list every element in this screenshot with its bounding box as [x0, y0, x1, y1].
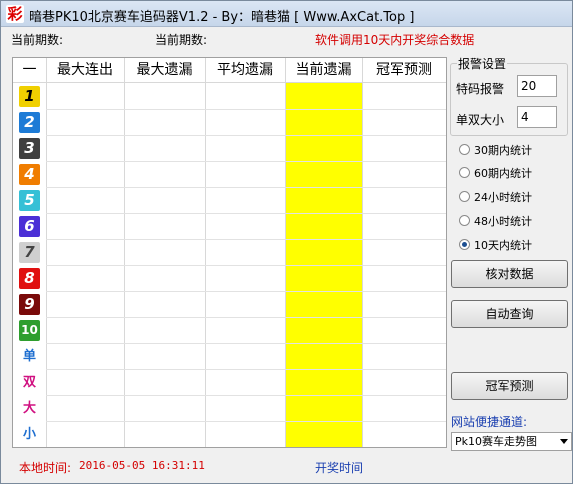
table-row-label: 7	[19, 242, 40, 263]
table-row-label: 9	[19, 294, 40, 315]
radio-10-days[interactable]: 10天内统计	[459, 238, 532, 254]
draw-time-label: 开奖时间	[315, 461, 364, 475]
table-row-label: 5	[19, 190, 40, 211]
table-row-label: 小	[19, 424, 40, 445]
table-row-separator	[46, 265, 446, 266]
table-row-label: 10	[19, 320, 40, 341]
column-header-avg-miss: 平均遗漏	[217, 62, 273, 78]
alarm-settings-label: 报警设置	[457, 55, 508, 72]
table-row-separator	[46, 369, 446, 370]
table-row-separator	[46, 395, 446, 396]
column-header-index: 一	[22, 62, 37, 78]
radio-60-periods[interactable]: 60期内统计	[459, 166, 532, 182]
radio-24-hours[interactable]: 24小时统计	[459, 190, 532, 206]
window-title: 暗巷PK10北京赛车追码器V1.2 - By：暗巷猫 [ Www.AxCat.T…	[29, 10, 415, 25]
verify-data-button[interactable]: 核对数据	[451, 260, 568, 288]
table-row-separator	[46, 239, 446, 240]
radio-indicator	[459, 144, 470, 155]
table-row-label: 8	[19, 268, 40, 289]
radio-indicator	[459, 167, 470, 178]
table-row-separator	[46, 343, 446, 344]
app-logo-icon: 彩	[6, 5, 24, 23]
table-header: 一 最大连出 最大遗漏 平均遗漏 当前遗漏 冠军预测	[13, 58, 446, 83]
table-row-separator	[46, 161, 446, 162]
statistics-table[interactable]: 一 最大连出 最大遗漏 平均遗漏 当前遗漏 冠军预测 1 2 3 4 5 6 7 8 9 10 单双…	[12, 57, 447, 448]
shortcut-label: 网站便捷通道:	[451, 415, 528, 429]
radio-indicator	[459, 191, 470, 202]
odd-even-label: 单双大小	[456, 113, 505, 127]
table-row-label: 3	[19, 138, 40, 159]
table-row-separator	[46, 317, 446, 318]
table-row-separator	[46, 135, 446, 136]
code-alarm-label: 特码报警	[456, 82, 505, 96]
title-bar: 彩 暗巷PK10北京赛车追码器V1.2 - By：暗巷猫 [ Www.AxCat…	[1, 1, 572, 27]
shortcut-selected-value: Pk10赛车走势图	[455, 435, 538, 448]
table-row-label: 大	[19, 398, 40, 419]
table-row-separator	[46, 213, 446, 214]
table-row-label: 1	[19, 86, 40, 107]
odd-even-input[interactable]: 4	[517, 106, 557, 128]
table-row-label: 双	[19, 372, 40, 393]
current-period-label-right: 当前期数:	[155, 33, 208, 47]
table-row-label: 2	[19, 112, 40, 133]
table-row-label: 4	[19, 164, 40, 185]
table-row-separator	[46, 291, 446, 292]
column-header-max-miss: 最大遗漏	[136, 62, 193, 78]
data-source-notice: 软件调用10天内开奖综合数据	[315, 33, 475, 47]
radio-48-hours[interactable]: 48小时统计	[459, 214, 532, 230]
table-row-separator	[46, 109, 446, 110]
auto-query-button[interactable]: 自动查询	[451, 300, 568, 328]
column-header-champion-predict: 冠军预测	[376, 62, 432, 78]
current-period-label-left: 当前期数:	[11, 33, 64, 47]
champion-predict-button[interactable]: 冠军预测	[451, 372, 568, 400]
local-time-value: 2016-05-05 16:31:11	[79, 459, 205, 472]
column-header-current-miss: 当前遗漏	[295, 62, 352, 78]
radio-30-periods[interactable]: 30期内统计	[459, 143, 532, 159]
chevron-down-icon[interactable]	[560, 439, 568, 444]
table-row-separator	[46, 447, 446, 448]
table-row-label: 6	[19, 216, 40, 237]
table-row-label: 单	[19, 346, 40, 367]
code-alarm-input[interactable]: 20	[517, 75, 557, 97]
app-window: 彩 暗巷PK10北京赛车追码器V1.2 - By：暗巷猫 [ Www.AxCat…	[0, 0, 573, 484]
radio-indicator	[459, 215, 470, 226]
table-row-separator	[46, 187, 446, 188]
column-header-max-consecutive: 最大连出	[57, 62, 113, 78]
radio-indicator-selected	[459, 239, 470, 250]
table-row-separator	[46, 421, 446, 422]
shortcut-select[interactable]: Pk10赛车走势图	[451, 432, 572, 451]
local-time-label: 本地时间:	[19, 461, 72, 475]
